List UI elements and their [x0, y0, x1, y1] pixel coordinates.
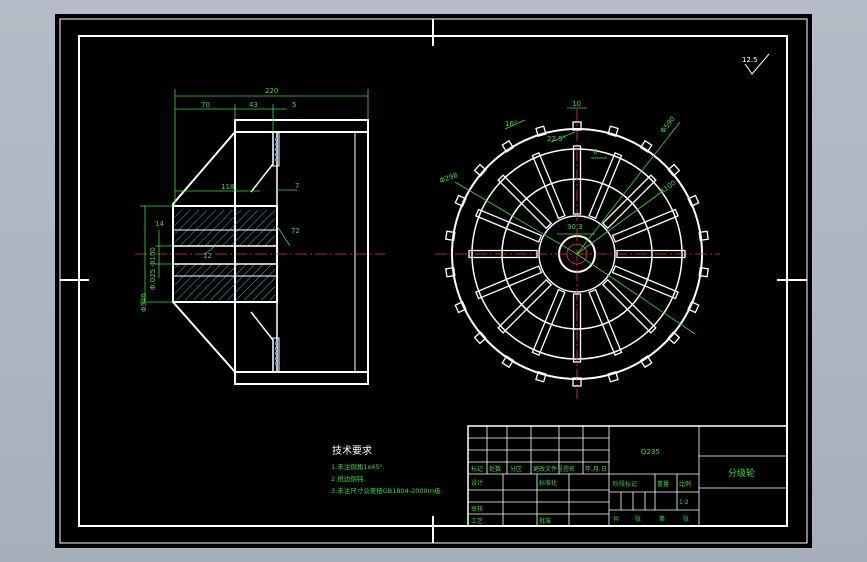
svg-text:比例: 比例 — [679, 480, 691, 488]
rim-tooth — [687, 301, 700, 314]
svg-text:张: 张 — [635, 515, 641, 523]
cad-viewport[interactable]: 12.5 220 70 43 5 118 7 14 72 Φ100 Φ.025 … — [55, 14, 812, 548]
svg-text:重量: 重量 — [657, 480, 669, 488]
svg-text:Φ590: Φ590 — [659, 115, 677, 135]
svg-text:更改文件号: 更改文件号 — [533, 465, 563, 473]
svg-text:12.5: 12.5 — [742, 56, 758, 64]
svg-text:30.3: 30.3 — [567, 223, 583, 231]
svg-text:1.未注倒角1x45°.: 1.未注倒角1x45°. — [331, 462, 385, 471]
roughness-symbol: 12.5 — [742, 53, 770, 75]
svg-text:分级轮: 分级轮 — [728, 467, 755, 479]
svg-text:技术要求: 技术要求 — [332, 444, 372, 457]
svg-text:7: 7 — [295, 182, 299, 190]
svg-text:6: 6 — [593, 148, 598, 156]
svg-text:Φ340: Φ340 — [140, 293, 148, 312]
svg-text:70: 70 — [201, 101, 210, 109]
svg-text:220: 220 — [265, 87, 278, 95]
svg-text:处数: 处数 — [489, 465, 501, 473]
svg-text:16°: 16° — [505, 120, 517, 128]
svg-text:共: 共 — [613, 515, 619, 523]
tech-requirements: 技术要求 1.未注倒角1x45°. 2.锐边倒钝. 3.未注尺寸公差按GB180… — [331, 444, 443, 495]
drawing-canvas: 12.5 220 70 43 5 118 7 14 72 Φ100 Φ.025 … — [59, 18, 808, 544]
svg-text:第: 第 — [659, 515, 665, 523]
svg-text:14: 14 — [155, 220, 164, 228]
title-block: 标记 处数 分区 更改文件号 签名 年.月.日 设计 标准化 审核 工艺 批准 … — [467, 425, 788, 527]
svg-text:工艺: 工艺 — [471, 517, 483, 525]
svg-text:22.5°: 22.5° — [547, 135, 566, 143]
svg-text:118: 118 — [221, 183, 234, 191]
svg-text:10: 10 — [572, 100, 581, 108]
svg-text:年.月.日: 年.月.日 — [585, 465, 607, 473]
svg-text:Φ100: Φ100 — [149, 247, 157, 266]
front-dimensions — [454, 107, 696, 335]
svg-text:审核: 审核 — [471, 505, 483, 513]
rim-tooth — [454, 301, 467, 314]
svg-text:标准化: 标准化 — [539, 479, 557, 487]
svg-text:分区: 分区 — [510, 465, 522, 473]
svg-text:Φ.025: Φ.025 — [149, 269, 157, 290]
svg-text:设计: 设计 — [471, 479, 483, 487]
rim-tooth — [454, 194, 467, 207]
svg-text:1:2: 1:2 — [679, 499, 689, 506]
svg-text:2.锐边倒钝.: 2.锐边倒钝. — [331, 474, 365, 483]
svg-text:R100: R100 — [658, 179, 677, 196]
svg-text:阶段标记: 阶段标记 — [613, 480, 637, 488]
svg-text:标记: 标记 — [471, 465, 483, 473]
rim-tooth — [687, 194, 700, 207]
front-dim-text: 10 16° 22.5° 6 Φ590 Φ298 R100 30.3 — [439, 100, 678, 231]
svg-text:72: 72 — [291, 227, 300, 235]
svg-text:Q235: Q235 — [641, 448, 660, 456]
svg-text:3.未注尺寸公差按GB1804-2000m级.: 3.未注尺寸公差按GB1804-2000m级. — [331, 486, 443, 495]
section-view — [135, 119, 385, 385]
svg-text:43: 43 — [249, 101, 258, 109]
svg-text:5: 5 — [292, 101, 296, 109]
svg-text:12: 12 — [203, 252, 212, 260]
svg-text:签名: 签名 — [563, 465, 575, 473]
svg-text:张: 张 — [683, 515, 689, 523]
svg-text:批准: 批准 — [539, 517, 551, 525]
